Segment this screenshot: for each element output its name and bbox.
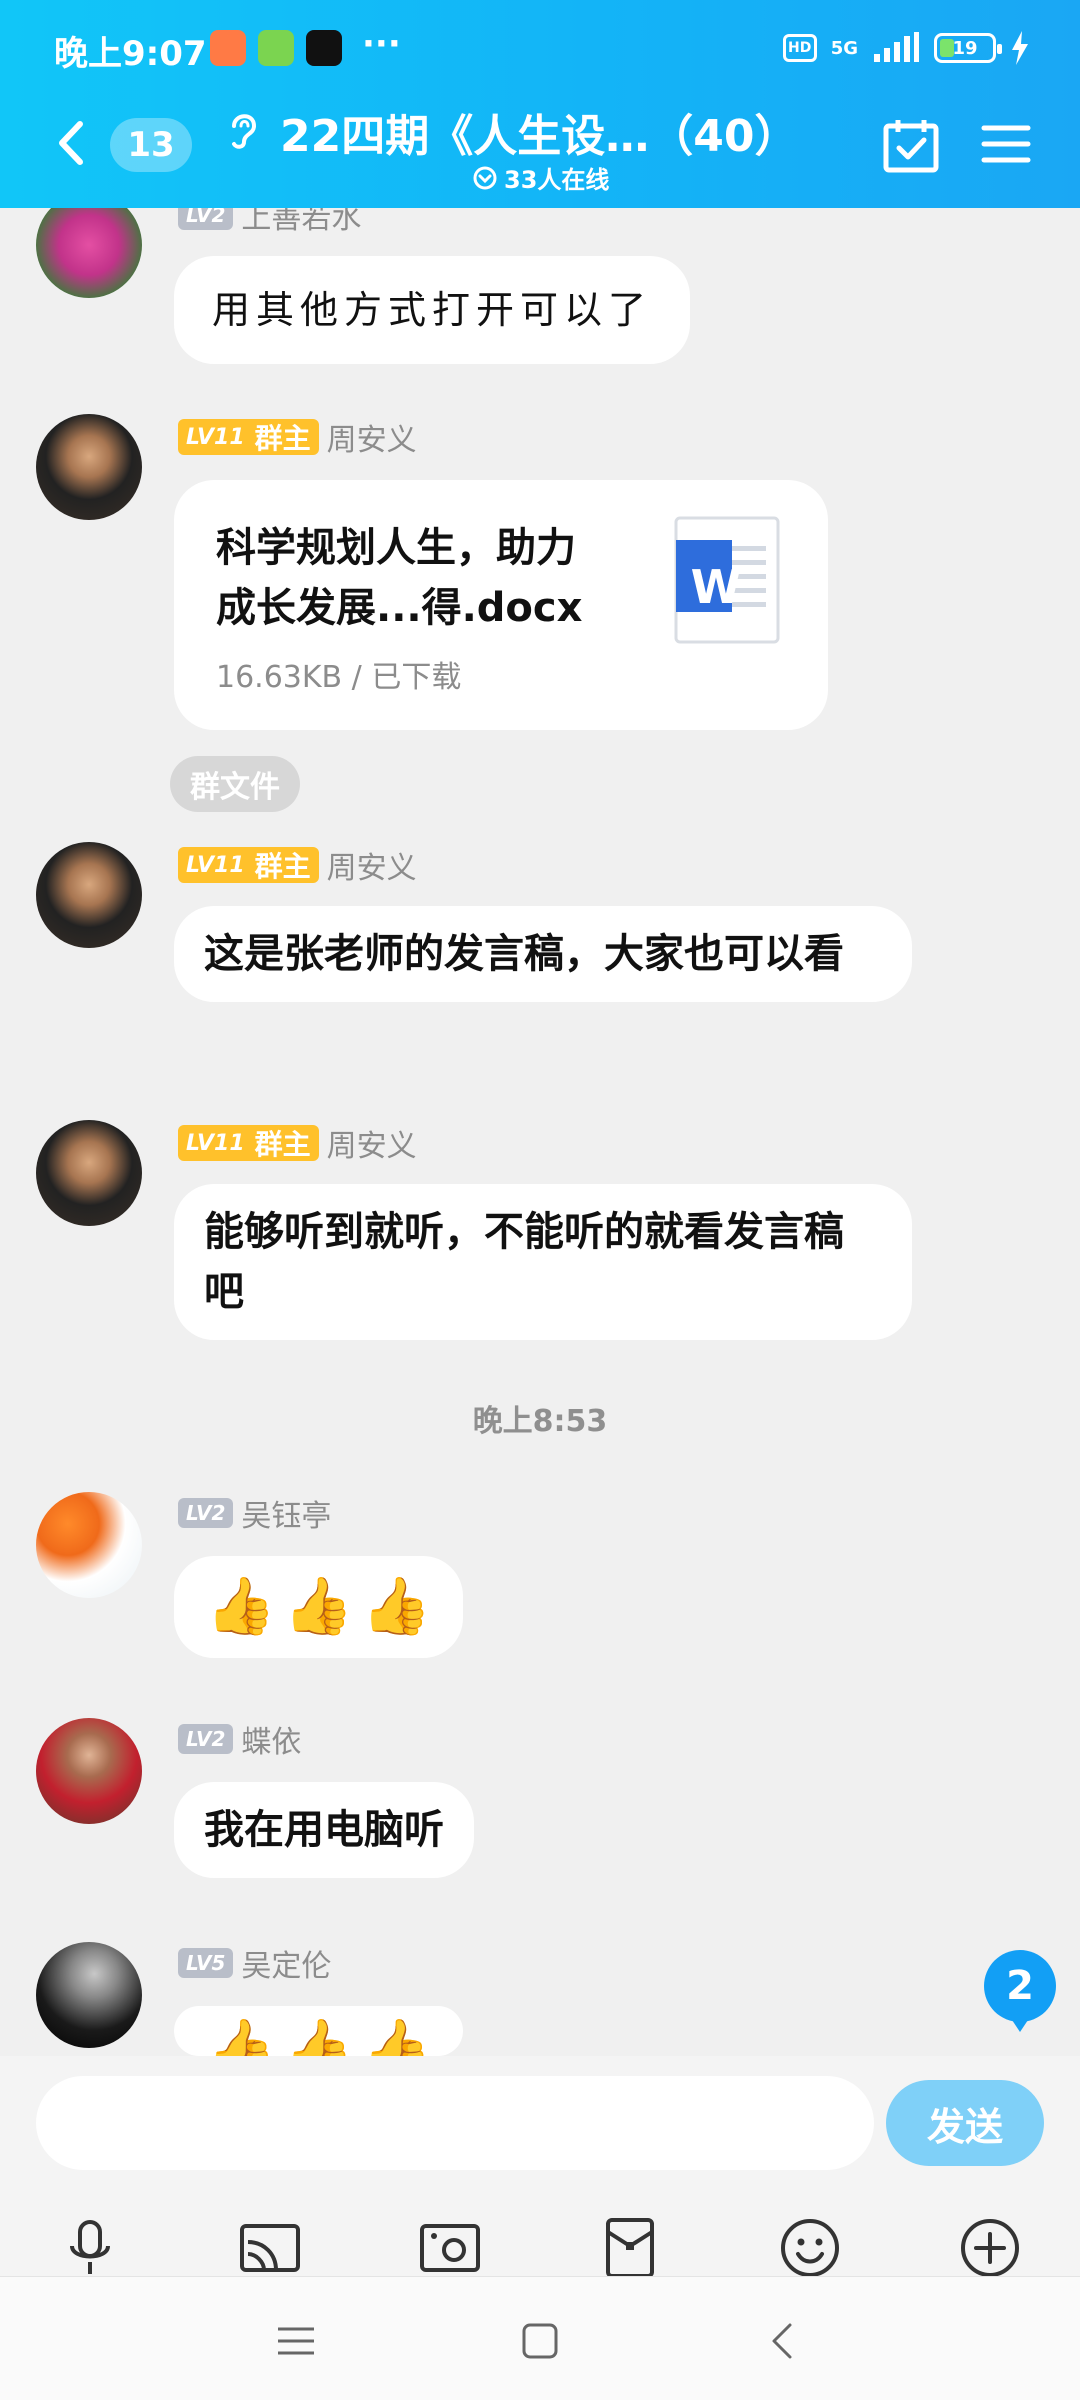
download-app-icon xyxy=(258,30,294,66)
home-icon[interactable] xyxy=(516,2317,564,2365)
message-bubble[interactable]: 用其他方式打开可以了 xyxy=(174,256,691,364)
file-name: 科学规划人生，助力成长发展...得.docx xyxy=(216,525,583,631)
word-letter: W xyxy=(690,560,742,614)
sender-name[interactable]: 蝶依 xyxy=(241,1717,301,1761)
sender-row: LV11 群主 周安义 xyxy=(178,419,417,458)
tiktok-app-icon xyxy=(306,30,342,66)
role-label: 群主 xyxy=(254,850,311,883)
sender-name[interactable]: 吴钰亭 xyxy=(241,1491,331,1535)
recent-apps-icon[interactable] xyxy=(272,2317,320,2365)
input-area: 发送 xyxy=(0,2056,1080,2278)
role-label: 群主 xyxy=(254,422,311,455)
thumbs-up-icon: 👍 xyxy=(361,2016,432,2056)
thumbs-up-row: 👍 👍 👍 xyxy=(206,1574,431,1640)
screen-cast-icon[interactable] xyxy=(238,2216,302,2280)
sender-name[interactable]: 周安义 xyxy=(327,1121,417,1165)
sender-row: LV2 蝶依 xyxy=(178,1722,301,1760)
avatar[interactable] xyxy=(36,842,142,948)
level-badge: LV5 xyxy=(178,1948,234,1978)
thumbs-up-icon: 👍 xyxy=(206,2016,276,2056)
file-message[interactable]: 科学规划人生，助力成长发展...得.docx 16.63KB / 已下载 W xyxy=(174,480,828,730)
red-packet-icon[interactable] xyxy=(598,2216,662,2280)
image-icon[interactable] xyxy=(418,2216,482,2280)
thumbs-up-row: 👍 👍 👍 xyxy=(206,2016,431,2056)
level-badge: LV2 xyxy=(178,1724,234,1754)
sender-row: LV11 群主 周安义 xyxy=(178,1125,417,1164)
online-status: 33人在线 xyxy=(472,160,609,195)
plus-icon[interactable] xyxy=(958,2216,1022,2280)
sender-name[interactable]: 周安义 xyxy=(327,415,417,459)
thumbs-up-icon: 👍 xyxy=(283,2016,354,2056)
group-title[interactable]: 22四期《人生设…（40） xyxy=(280,100,800,164)
level-label: LV11 xyxy=(186,424,245,450)
avatar[interactable] xyxy=(36,414,142,520)
sender-row: LV2 吴钰亭 xyxy=(178,1496,331,1534)
online-icon xyxy=(473,166,497,189)
message-bubble[interactable]: 能够听到就听，不能听的就看发言稿吧 xyxy=(174,1184,912,1340)
file-meta: 16.63KB / 已下载 xyxy=(216,660,462,695)
thumbs-up-icon: 👍 xyxy=(206,1574,276,1639)
time-divider: 晚上8:53 xyxy=(472,1404,608,1439)
emoji-message-bubble[interactable]: 👍 👍 👍 xyxy=(174,2006,464,2056)
status-time: 晚上9:07 xyxy=(54,34,207,74)
new-message-badge[interactable]: 2 xyxy=(984,1950,1056,2032)
sender-name[interactable]: 周安义 xyxy=(327,843,417,887)
chat-header: 晚上9:07 ··· HD 5G 19 13 22四期《人生设…（40） 33人… xyxy=(0,0,1080,208)
system-nav-bar xyxy=(0,2276,1080,2400)
emoji-icon[interactable] xyxy=(778,2216,842,2280)
avatar[interactable] xyxy=(36,1120,142,1226)
avatar[interactable] xyxy=(36,1718,142,1824)
avatar[interactable] xyxy=(36,1492,142,1598)
owner-badge: LV11 群主 xyxy=(178,847,319,883)
shop-app-icon xyxy=(210,30,246,66)
owner-badge: LV11 群主 xyxy=(178,419,319,455)
charging-icon xyxy=(1012,31,1028,65)
status-indicators: HD 5G 19 xyxy=(782,28,1030,68)
calendar-check-icon[interactable] xyxy=(882,118,940,174)
battery-icon: 19 xyxy=(934,33,1002,63)
avatar[interactable] xyxy=(36,1942,142,2048)
sender-row: LV11 群主 周安义 xyxy=(178,847,417,886)
thumbs-up-icon: 👍 xyxy=(283,1574,354,1639)
back-arrow-icon[interactable] xyxy=(52,118,88,168)
signal-icon xyxy=(874,32,919,62)
sender-name[interactable]: 吴定伦 xyxy=(241,1941,331,1985)
microphone-icon[interactable] xyxy=(58,2216,122,2280)
owner-badge: LV11 群主 xyxy=(178,1125,319,1161)
ear-icon[interactable] xyxy=(222,104,266,154)
thumbs-up-icon: 👍 xyxy=(361,1574,432,1639)
online-count: 33人在线 xyxy=(504,166,610,194)
menu-icon[interactable] xyxy=(980,122,1032,166)
unread-count-badge[interactable]: 13 xyxy=(110,118,192,172)
send-button[interactable]: 发送 xyxy=(886,2080,1044,2166)
network-label: 5G xyxy=(830,37,858,59)
level-label: LV11 xyxy=(186,852,245,878)
more-notifications-icon: ··· xyxy=(362,24,401,64)
level-label: LV11 xyxy=(186,1130,245,1156)
back-icon[interactable] xyxy=(758,2317,806,2365)
sender-row: LV5 吴定伦 xyxy=(178,1946,331,1984)
group-file-tag[interactable]: 群文件 xyxy=(170,756,300,812)
hd-icon: HD xyxy=(782,34,817,62)
role-label: 群主 xyxy=(254,1128,311,1161)
message-bubble[interactable]: 我在用电脑听 xyxy=(174,1782,474,1878)
emoji-message-bubble[interactable]: 👍 👍 👍 xyxy=(174,1556,464,1658)
message-input[interactable] xyxy=(36,2076,874,2170)
status-bar: 晚上9:07 ··· HD 5G 19 xyxy=(0,0,1080,100)
message-bubble[interactable]: 这是张老师的发言稿，大家也可以看 xyxy=(174,906,912,1002)
battery-level: 19 xyxy=(952,37,978,59)
level-badge: LV2 xyxy=(178,1498,234,1528)
